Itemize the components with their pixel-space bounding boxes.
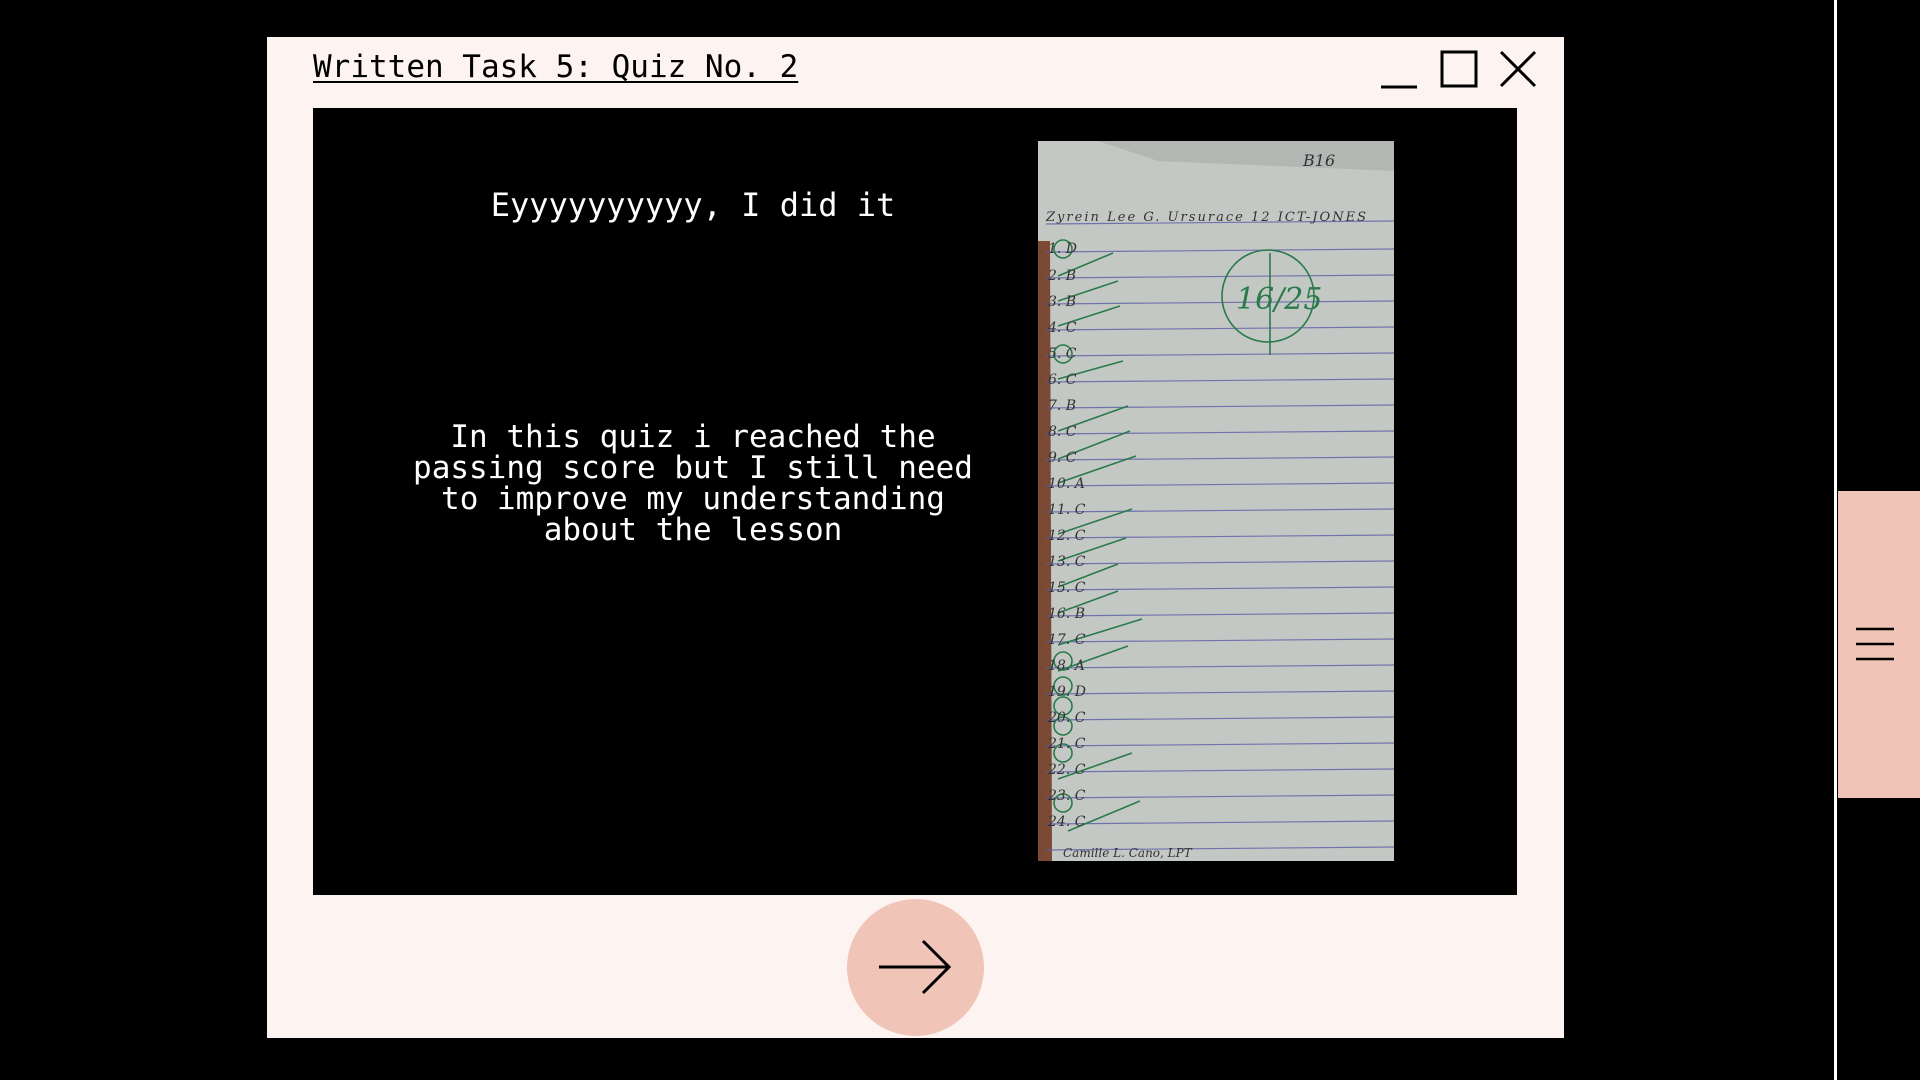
minimize-icon	[1381, 85, 1417, 89]
app-window: Written Task 5: Quiz No. 2 Eyyyyyyyyyy, …	[267, 37, 1564, 1038]
svg-text:23. C: 23. C	[1047, 788, 1086, 804]
sidebar-divider	[1834, 0, 1837, 1080]
svg-text:7. B: 7. B	[1048, 398, 1076, 414]
svg-text:4. C: 4. C	[1047, 320, 1077, 336]
svg-text:1. D: 1. D	[1048, 241, 1077, 257]
close-icon	[1499, 50, 1537, 88]
minimize-button[interactable]	[1377, 47, 1421, 91]
svg-text:11. C: 11. C	[1048, 502, 1086, 518]
paper-signature: Camille L. Cano, LPT	[1063, 846, 1193, 860]
svg-text:18. A: 18. A	[1048, 658, 1085, 674]
hamburger-menu-icon	[1856, 627, 1894, 661]
svg-text:10. A: 10. A	[1048, 476, 1085, 492]
next-slide-button[interactable]	[847, 899, 984, 1036]
svg-text:13. C: 13. C	[1048, 554, 1086, 570]
close-button[interactable]	[1496, 47, 1540, 91]
svg-text:19. D: 19. D	[1048, 684, 1086, 700]
svg-text:5. C: 5. C	[1048, 346, 1077, 362]
svg-text:15. C: 15. C	[1048, 580, 1086, 596]
paper-header-note: B16	[1302, 151, 1335, 170]
svg-text:22. C: 22. C	[1047, 762, 1086, 778]
paper-score: 16/25	[1236, 282, 1322, 317]
svg-text:9. C: 9. C	[1048, 450, 1077, 466]
svg-text:17. C: 17. C	[1048, 632, 1086, 648]
maximize-icon	[1440, 50, 1478, 88]
window-title: Written Task 5: Quiz No. 2	[313, 49, 799, 85]
slide-headline: Eyyyyyyyyyy, I did it	[490, 186, 896, 224]
svg-text:6. C: 6. C	[1048, 372, 1077, 388]
svg-text:21. C: 21. C	[1047, 736, 1086, 752]
reflection-text: In this quiz i reached the passing score…	[413, 419, 973, 548]
svg-text:16. B: 16. B	[1048, 606, 1085, 622]
svg-text:2. B: 2. B	[1047, 268, 1076, 284]
svg-text:12. C: 12. C	[1048, 528, 1086, 544]
maximize-button[interactable]	[1437, 47, 1481, 91]
svg-text:20. C: 20. C	[1047, 710, 1086, 726]
quiz-paper-image: B16 Zyrein Lee G. Ursurace 12 ICT-JONES	[1038, 141, 1394, 861]
menu-button[interactable]	[1838, 491, 1920, 798]
svg-text:8. C: 8. C	[1048, 424, 1077, 440]
svg-text:3. B: 3. B	[1048, 294, 1076, 310]
svg-text:24. C: 24. C	[1047, 814, 1086, 830]
quiz-paper-photo: B16 Zyrein Lee G. Ursurace 12 ICT-JONES	[1038, 141, 1394, 861]
arrow-right-icon	[879, 939, 952, 995]
slide-content: Eyyyyyyyyyy, I did it In this quiz i rea…	[313, 108, 1517, 895]
